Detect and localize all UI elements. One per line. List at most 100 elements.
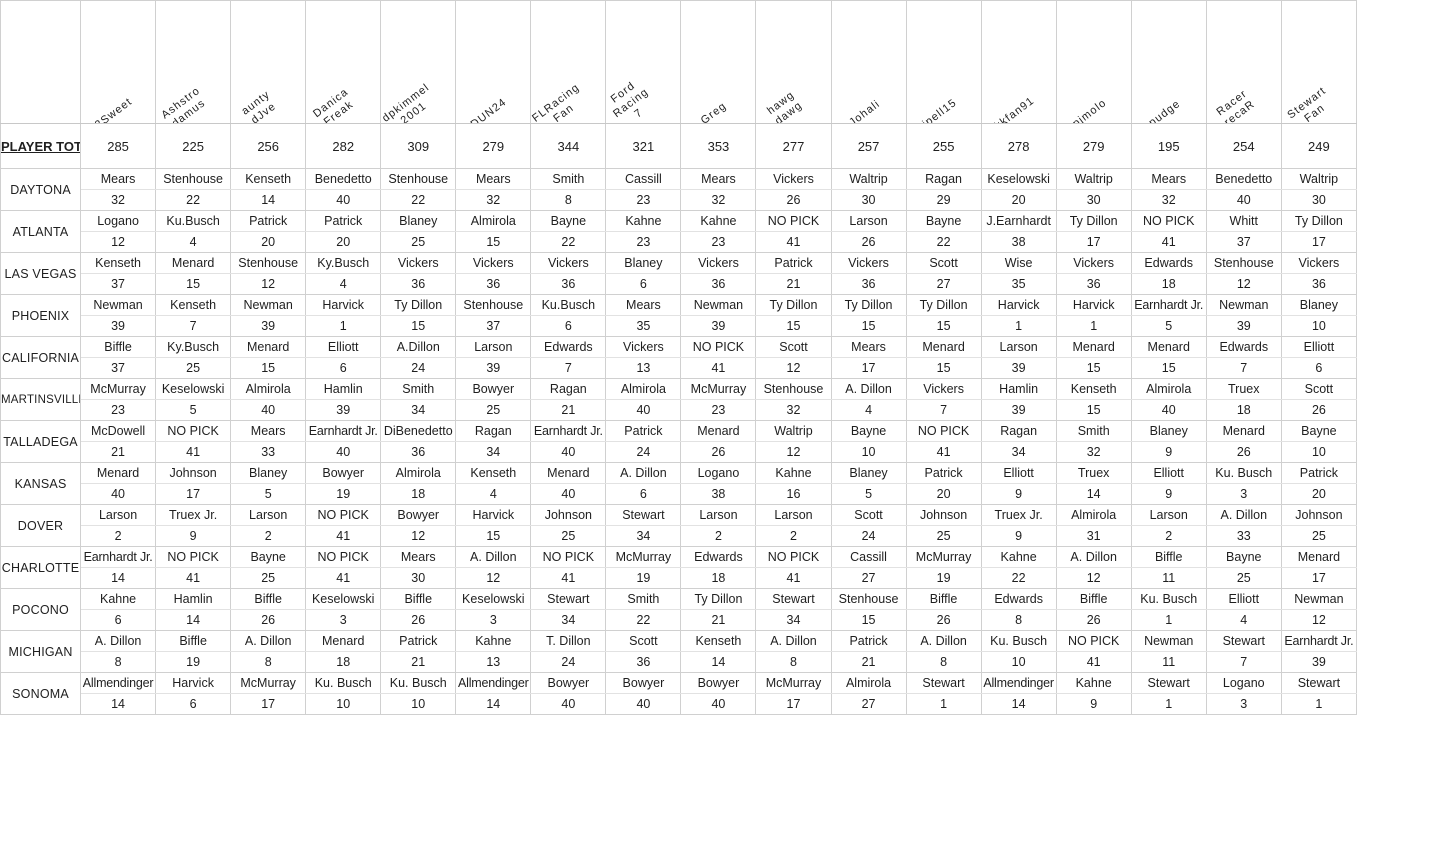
driver-pick-cell[interactable]: Blaney — [605, 252, 682, 274]
driver-points-cell[interactable]: 15 — [830, 315, 907, 337]
driver-pick-cell[interactable]: Smith — [1055, 420, 1132, 442]
driver-pick-cell[interactable]: Bowyer — [530, 672, 607, 694]
driver-points-cell[interactable]: 37 — [455, 315, 532, 337]
driver-points-cell[interactable]: 4 — [305, 273, 382, 295]
driver-pick-cell[interactable]: Cassill — [830, 546, 907, 568]
driver-pick-cell[interactable]: Blaney — [1130, 420, 1207, 442]
driver-points-cell[interactable]: 40 — [1130, 399, 1207, 421]
driver-pick-cell[interactable]: Elliott — [980, 462, 1057, 484]
driver-points-cell[interactable]: 36 — [380, 273, 457, 295]
driver-points-cell[interactable]: 39 — [980, 357, 1057, 379]
driver-pick-cell[interactable]: Keselowski — [155, 378, 232, 400]
driver-points-cell[interactable]: 15 — [155, 273, 232, 295]
driver-pick-cell[interactable]: Ku. Busch — [980, 630, 1057, 652]
driver-pick-cell[interactable]: Elliott — [1280, 336, 1358, 358]
driver-points-cell[interactable]: 36 — [530, 273, 607, 295]
driver-points-cell[interactable]: 34 — [530, 609, 607, 631]
driver-points-cell[interactable]: 3 — [1205, 693, 1282, 715]
driver-points-cell[interactable]: 26 — [905, 609, 982, 631]
driver-pick-cell[interactable]: Newman — [1280, 588, 1358, 610]
driver-pick-cell[interactable]: Patrick — [230, 210, 307, 232]
driver-points-cell[interactable]: 39 — [230, 315, 307, 337]
driver-points-cell[interactable]: 15 — [380, 315, 457, 337]
driver-points-cell[interactable]: 30 — [380, 567, 457, 589]
driver-points-cell[interactable]: 25 — [1205, 567, 1282, 589]
driver-pick-cell[interactable]: Allmendinger — [455, 672, 532, 694]
driver-points-cell[interactable]: 36 — [380, 441, 457, 463]
driver-points-cell[interactable]: 40 — [605, 399, 682, 421]
driver-pick-cell[interactable]: Stewart — [1205, 630, 1282, 652]
driver-pick-cell[interactable]: Hamlin — [305, 378, 382, 400]
driver-points-cell[interactable]: 39 — [980, 399, 1057, 421]
driver-pick-cell[interactable]: Harvick — [155, 672, 232, 694]
driver-points-cell[interactable]: 26 — [230, 609, 307, 631]
driver-pick-cell[interactable]: Ku. Busch — [380, 672, 457, 694]
driver-pick-cell[interactable]: Ty Dillon — [380, 294, 457, 316]
driver-points-cell[interactable]: 6 — [605, 273, 682, 295]
driver-pick-cell[interactable]: A. Dillon — [1055, 546, 1132, 568]
driver-points-cell[interactable]: 17 — [830, 357, 907, 379]
driver-points-cell[interactable]: 5 — [230, 483, 307, 505]
driver-pick-cell[interactable]: Stewart — [905, 672, 982, 694]
driver-pick-cell[interactable]: Blaney — [380, 210, 457, 232]
driver-points-cell[interactable]: 25 — [1280, 525, 1358, 547]
driver-points-cell[interactable]: 12 — [230, 273, 307, 295]
driver-points-cell[interactable]: 24 — [605, 441, 682, 463]
driver-pick-cell[interactable]: Menard — [680, 420, 757, 442]
driver-points-cell[interactable]: 40 — [530, 441, 607, 463]
driver-pick-cell[interactable]: Larson — [455, 336, 532, 358]
driver-points-cell[interactable]: 41 — [305, 525, 382, 547]
player-header-cell[interactable]: DUN24 — [455, 0, 532, 124]
driver-points-cell[interactable]: 19 — [305, 483, 382, 505]
driver-points-cell[interactable]: 12 — [80, 231, 157, 253]
driver-points-cell[interactable]: 36 — [680, 273, 757, 295]
driver-pick-cell[interactable]: Johnson — [530, 504, 607, 526]
driver-points-cell[interactable]: 17 — [755, 693, 832, 715]
player-header-cell[interactable]: hawg dawg — [755, 0, 832, 124]
driver-points-cell[interactable]: 22 — [980, 567, 1057, 589]
driver-points-cell[interactable]: 31 — [1055, 525, 1132, 547]
driver-pick-cell[interactable]: Patrick — [755, 252, 832, 274]
driver-pick-cell[interactable]: NO PICK — [155, 420, 232, 442]
driver-points-cell[interactable]: 20 — [905, 483, 982, 505]
player-header-cell[interactable]: dpkimmel 2001 — [380, 0, 457, 124]
driver-pick-cell[interactable]: Cassill — [605, 168, 682, 190]
driver-pick-cell[interactable]: Kahne — [680, 210, 757, 232]
driver-pick-cell[interactable]: Keselowski — [455, 588, 532, 610]
driver-pick-cell[interactable]: Ty Dillon — [905, 294, 982, 316]
driver-points-cell[interactable]: 24 — [530, 651, 607, 673]
driver-pick-cell[interactable]: Menard — [530, 462, 607, 484]
driver-points-cell[interactable]: 22 — [155, 189, 232, 211]
driver-pick-cell[interactable]: Biffle — [155, 630, 232, 652]
driver-pick-cell[interactable]: Patrick — [380, 630, 457, 652]
driver-pick-cell[interactable]: Mears — [230, 420, 307, 442]
driver-points-cell[interactable]: 34 — [380, 399, 457, 421]
driver-points-cell[interactable]: 41 — [755, 231, 832, 253]
driver-pick-cell[interactable]: Ragan — [530, 378, 607, 400]
driver-pick-cell[interactable]: Earnhardt Jr. — [305, 420, 382, 442]
driver-pick-cell[interactable]: Biffle — [1055, 588, 1132, 610]
driver-points-cell[interactable]: 41 — [530, 567, 607, 589]
driver-points-cell[interactable]: 14 — [455, 693, 532, 715]
driver-points-cell[interactable]: 35 — [605, 315, 682, 337]
driver-points-cell[interactable]: 26 — [1205, 441, 1282, 463]
driver-pick-cell[interactable]: McMurray — [680, 378, 757, 400]
driver-points-cell[interactable]: 6 — [605, 483, 682, 505]
driver-pick-cell[interactable]: Stenhouse — [155, 168, 232, 190]
driver-pick-cell[interactable]: Ku. Busch — [1130, 588, 1207, 610]
driver-points-cell[interactable]: 34 — [755, 609, 832, 631]
driver-points-cell[interactable]: 26 — [830, 231, 907, 253]
driver-pick-cell[interactable]: Scott — [1280, 378, 1358, 400]
player-header-cell[interactable]: pjmolo — [1055, 0, 1132, 124]
driver-points-cell[interactable]: 32 — [1055, 441, 1132, 463]
driver-points-cell[interactable]: 39 — [1280, 651, 1358, 673]
driver-points-cell[interactable]: 15 — [455, 525, 532, 547]
driver-pick-cell[interactable]: Larson — [980, 336, 1057, 358]
driver-pick-cell[interactable]: Mears — [830, 336, 907, 358]
driver-pick-cell[interactable]: Bayne — [905, 210, 982, 232]
driver-points-cell[interactable]: 8 — [905, 651, 982, 673]
driver-pick-cell[interactable]: Biffle — [905, 588, 982, 610]
driver-pick-cell[interactable]: Edwards — [980, 588, 1057, 610]
driver-points-cell[interactable]: 41 — [905, 441, 982, 463]
driver-pick-cell[interactable]: Blaney — [830, 462, 907, 484]
